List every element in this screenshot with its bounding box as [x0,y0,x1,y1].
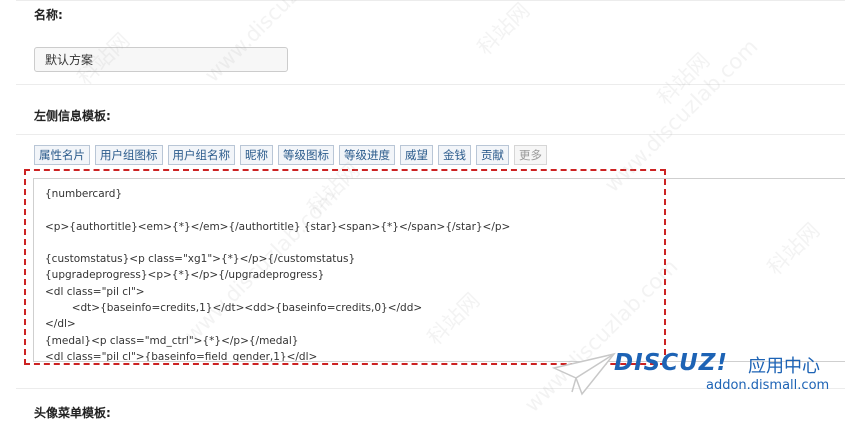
logo-cn: 应用中心 [748,356,820,377]
left-template-label: 左侧信息模板: [34,109,111,123]
template-editor-container: {numbercard} <p>{authortitle}<em>{*}</em… [33,178,845,362]
watermark-site-name: 科站网 [472,0,535,60]
insert-level-icon-button[interactable]: 等级图标 [278,145,334,165]
logo-url: addon.dismall.com [706,378,830,393]
insert-group-icon-button[interactable]: 用户组图标 [95,145,163,165]
discuz-logo-watermark: DISCUZ! 应用中心 addon.dismall.com [552,348,842,408]
insert-contribution-button[interactable]: 贡献 [476,145,509,165]
watermark-site-name: 科站网 [652,48,715,110]
name-input[interactable] [34,47,288,72]
name-label: 名称: [34,8,63,22]
separator [16,84,845,85]
insert-prestige-button[interactable]: 威望 [400,145,433,165]
insert-group-name-button[interactable]: 用户组名称 [167,145,235,165]
insert-profile-card-button[interactable]: 属性名片 [34,145,90,165]
watermark-site-url: www.discuzlab.com [600,34,763,197]
logo-word: DISCUZ! [614,350,728,376]
paper-plane-icon [552,352,616,396]
template-toolbar: 属性名片 用户组图标 用户组名称 昵称 等级图标 等级进度 威望 金钱 贡献 更… [34,145,552,165]
avatar-menu-template-label: 头像菜单模板: [34,406,111,420]
watermark-site-url: www.discuzlab.com [200,0,363,87]
separator [16,134,845,135]
more-button: 更多 [514,145,547,165]
insert-level-progress-button[interactable]: 等级进度 [339,145,395,165]
template-editor[interactable]: {numbercard} <p>{authortitle}<em>{*}</em… [34,179,845,361]
insert-nickname-button[interactable]: 昵称 [240,145,273,165]
separator [16,0,845,1]
insert-money-button[interactable]: 金钱 [438,145,471,165]
